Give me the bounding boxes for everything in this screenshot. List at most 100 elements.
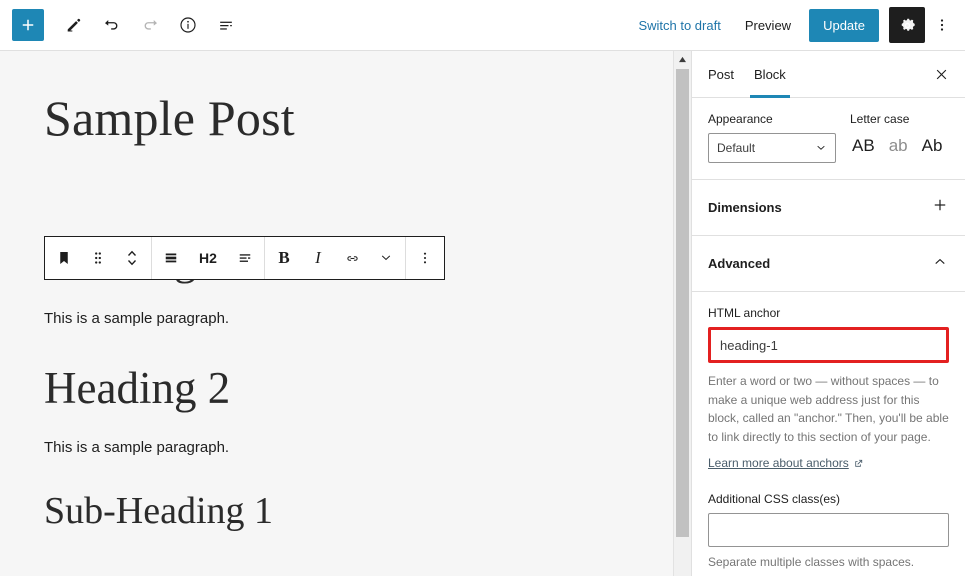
preview-button[interactable]: Preview: [733, 10, 803, 41]
close-sidebar-button[interactable]: [925, 58, 957, 90]
undo-icon: [105, 20, 118, 30]
tab-block[interactable]: Block: [744, 51, 796, 98]
learn-more-about-anchors-link[interactable]: Learn more about anchors: [708, 456, 864, 470]
link-icon: [346, 255, 358, 261]
insert-link-button[interactable]: [335, 237, 369, 279]
wordpress-block-editor: Switch to draft Preview Update Sample Po…: [0, 0, 965, 576]
info-icon: [180, 17, 196, 33]
html-anchor-input[interactable]: [708, 327, 949, 363]
bold-button[interactable]: B: [267, 237, 301, 279]
block-options-button[interactable]: [408, 237, 442, 279]
plus-icon: [22, 19, 34, 31]
letter-case-uppercase-button[interactable]: AB: [850, 135, 877, 157]
gear-icon: [901, 18, 915, 31]
letter-case-lowercase-button[interactable]: ab: [887, 135, 910, 157]
bookmark-icon: [60, 252, 68, 264]
block-sub-heading-1[interactable]: Sub-Heading 1: [44, 490, 691, 534]
heading-level-button[interactable]: [154, 237, 188, 279]
html-anchor-label: HTML anchor: [708, 306, 781, 320]
css-classes-help: Separate multiple classes with spaces.: [708, 555, 915, 570]
sidebar-content: Appearance Default Letter case AB ab Ab …: [692, 98, 965, 576]
advanced-panel-header[interactable]: Advanced: [692, 236, 965, 292]
letter-case-capitalize-button[interactable]: Ab: [920, 135, 945, 157]
external-link-icon: [855, 459, 862, 467]
italic-label: I: [315, 248, 321, 267]
sidebar-tabs: Post Block: [692, 51, 965, 98]
heading-level-icon: [165, 253, 177, 263]
html-anchor-field: HTML anchor Enter a word or two — withou…: [708, 296, 949, 472]
drag-block-handle[interactable]: [81, 237, 115, 279]
kebab-menu-icon: [940, 19, 944, 31]
css-classes-field: Additional CSS class(es) Separate multip…: [708, 492, 949, 569]
move-up-down-icon: [128, 250, 136, 266]
chevron-down-icon: [381, 255, 391, 261]
letter-case-field: Letter case AB ab Ab: [850, 112, 949, 163]
html-anchor-help: Enter a word or two — without spaces — t…: [708, 374, 949, 444]
switch-to-draft-button[interactable]: Switch to draft: [626, 10, 732, 41]
edit-mode-button[interactable]: [56, 7, 92, 43]
block-paragraph-1[interactable]: This is a sample paragraph.: [44, 308, 691, 331]
scrollbar-up-button[interactable]: [674, 51, 691, 67]
block-paragraph-2[interactable]: This is a sample paragraph.: [44, 437, 691, 460]
move-block-button[interactable]: [115, 237, 149, 279]
chevron-up-icon: [931, 252, 949, 275]
advanced-title: Advanced: [708, 256, 771, 271]
scroll-up-arrow-icon: [679, 56, 686, 62]
css-classes-input[interactable]: [708, 513, 949, 548]
settings-sidebar: Post Block Appearance Default Letter cas…: [691, 51, 965, 576]
plus-icon: [931, 196, 949, 219]
scrollbar-thumb[interactable]: [676, 69, 689, 537]
letter-case-label: Letter case: [850, 112, 910, 126]
typography-row: Appearance Default Letter case AB ab Ab: [708, 112, 949, 163]
appearance-select[interactable]: Default: [708, 133, 836, 163]
more-formats-button[interactable]: [369, 237, 403, 279]
drag-handle-icon: [95, 252, 101, 264]
undo-button[interactable]: [94, 7, 130, 43]
editor-body: Sample Post Heading 1 This is a sample p…: [0, 51, 965, 576]
tab-post[interactable]: Post: [698, 51, 744, 97]
settings-toggle-button[interactable]: [889, 7, 925, 43]
block-toolbar-group-options: [406, 237, 444, 279]
chevron-down-icon: [814, 141, 828, 155]
dimensions-title: Dimensions: [708, 200, 782, 215]
block-type-button[interactable]: [47, 237, 81, 279]
appearance-label: Appearance: [708, 112, 773, 126]
redo-button[interactable]: [132, 7, 168, 43]
editor-header: Switch to draft Preview Update: [0, 0, 965, 51]
bold-label: B: [278, 248, 290, 267]
dimensions-panel-header[interactable]: Dimensions: [692, 180, 965, 236]
block-toolbar-group-format: B I: [265, 237, 406, 279]
header-right-actions: Switch to draft Preview Update: [626, 7, 957, 43]
list-view-button[interactable]: [208, 7, 244, 43]
list-view-icon: [220, 21, 232, 30]
editor-canvas[interactable]: Sample Post Heading 1 This is a sample p…: [0, 51, 691, 576]
add-block-button[interactable]: [12, 9, 44, 41]
block-heading-2[interactable]: Heading 2: [44, 363, 691, 415]
align-text-button[interactable]: [228, 237, 262, 279]
redo-icon: [144, 20, 157, 30]
kebab-menu-icon: [423, 252, 427, 264]
learn-more-label: Learn more about anchors: [708, 456, 849, 471]
block-toolbar-group-heading: H2: [152, 237, 265, 279]
canvas-scrollbar[interactable]: [673, 51, 691, 576]
heading-level-label: H2: [199, 250, 217, 266]
css-classes-label: Additional CSS class(es): [708, 492, 841, 507]
typography-section: Appearance Default Letter case AB ab Ab: [692, 98, 965, 180]
more-options-button[interactable]: [927, 7, 957, 43]
update-button[interactable]: Update: [809, 8, 879, 42]
align-text-icon: [239, 254, 251, 262]
close-icon: [936, 69, 946, 79]
post-title[interactable]: Sample Post: [44, 91, 691, 146]
pencil-icon: [67, 18, 81, 32]
block-toolbar-group-block: [45, 237, 152, 279]
advanced-panel-body: HTML anchor Enter a word or two — withou…: [692, 292, 965, 576]
letter-case-options: AB ab Ab: [850, 133, 949, 157]
appearance-value: Default: [717, 141, 756, 155]
appearance-field: Appearance Default: [708, 112, 836, 163]
post-content: Sample Post Heading 1 This is a sample p…: [0, 51, 691, 533]
header-left-tools: [12, 7, 244, 43]
italic-button[interactable]: I: [301, 237, 335, 279]
block-toolbar: H2 B I: [44, 236, 445, 280]
post-details-button[interactable]: [170, 7, 206, 43]
heading-level-label-button[interactable]: H2: [188, 237, 228, 279]
